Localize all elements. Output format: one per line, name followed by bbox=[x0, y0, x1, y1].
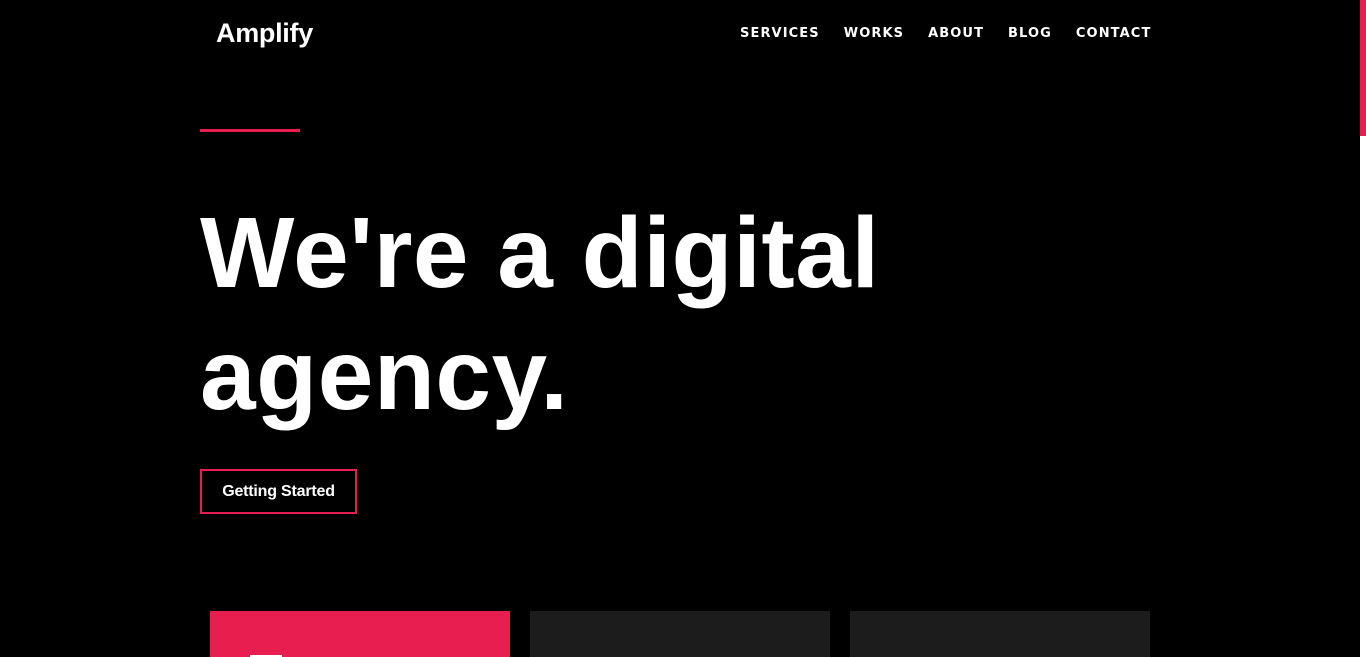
hero-title: We're a digital agency. bbox=[200, 192, 960, 436]
brand-logo[interactable]: Amplify bbox=[216, 17, 313, 49]
nav-item-services[interactable]: SERVICES bbox=[740, 26, 820, 42]
main-nav: SERVICES WORKS ABOUT BLOG CONTACT bbox=[740, 26, 1151, 42]
scrollbar-thumb[interactable] bbox=[1360, 0, 1366, 136]
nav-item-contact[interactable]: CONTACT bbox=[1076, 26, 1152, 42]
hero-accent-line bbox=[200, 129, 300, 132]
hero-title-line-2: agency. bbox=[200, 319, 569, 431]
nav-item-blog[interactable]: BLOG bbox=[1008, 26, 1052, 42]
service-card-1[interactable] bbox=[210, 611, 510, 657]
hero-title-line-1: We're a digital bbox=[200, 197, 880, 309]
service-card-2[interactable] bbox=[530, 611, 830, 657]
getting-started-button[interactable]: Getting Started bbox=[200, 469, 357, 514]
nav-item-about[interactable]: ABOUT bbox=[928, 26, 984, 42]
service-card-3[interactable] bbox=[850, 611, 1150, 657]
nav-item-works[interactable]: WORKS bbox=[844, 26, 904, 42]
